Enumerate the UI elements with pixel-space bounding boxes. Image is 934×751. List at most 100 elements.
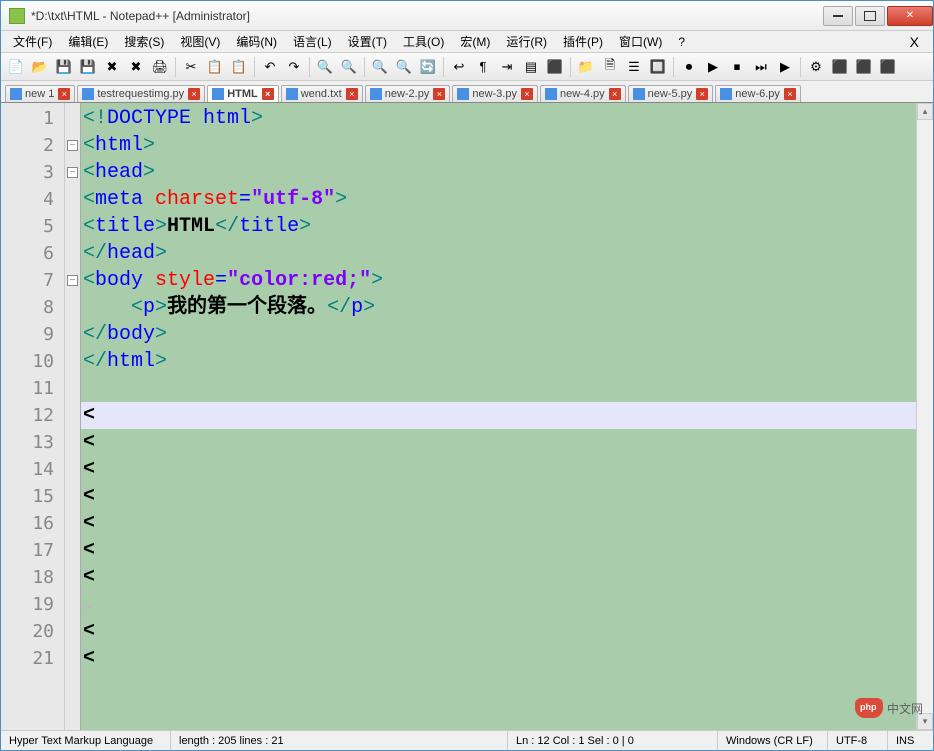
copy-button[interactable]: 📋 — [204, 56, 226, 78]
print-button[interactable]: 🖨 — [149, 56, 171, 78]
stop-button[interactable]: ⏹ — [726, 56, 748, 78]
menu-item[interactable]: 编辑(E) — [60, 31, 116, 52]
code-line[interactable]: <html> — [81, 132, 916, 159]
status-encoding[interactable]: UTF-8 — [828, 731, 888, 750]
fold-marker[interactable] — [65, 510, 80, 537]
file-tab[interactable]: wend.txt× — [281, 85, 363, 102]
file-tab[interactable]: testrequestimg.py× — [77, 85, 205, 102]
cut-button[interactable]: ✂ — [180, 56, 202, 78]
tab-close-icon[interactable]: × — [262, 88, 274, 100]
code-line[interactable]: <meta charset="utf-8"> — [81, 186, 916, 213]
line-number[interactable]: 15 — [1, 483, 64, 510]
code-line[interactable]: < — [81, 510, 916, 537]
menu-item[interactable]: 宏(M) — [452, 31, 498, 52]
fold-marker[interactable] — [65, 267, 80, 294]
menu-item[interactable]: 工具(O) — [395, 31, 452, 52]
app-button[interactable]: 🔲 — [647, 56, 669, 78]
fold-marker[interactable] — [65, 375, 80, 402]
file-tab[interactable]: new 1× — [5, 85, 75, 102]
fold-marker[interactable] — [65, 483, 80, 510]
tab-close-icon[interactable]: × — [58, 88, 70, 100]
macro3-button[interactable]: ⬛ — [853, 56, 875, 78]
menu-item[interactable]: 插件(P) — [555, 31, 611, 52]
line-number[interactable]: 1 — [1, 105, 64, 132]
fold-marker[interactable] — [65, 402, 80, 429]
code-line[interactable]: <title>HTML</title> — [81, 213, 916, 240]
sync-button[interactable]: 🔄 — [417, 56, 439, 78]
code-line[interactable]: . — [81, 591, 916, 618]
replace-button[interactable]: 🔍 — [338, 56, 360, 78]
record-button[interactable]: ⏺ — [678, 56, 700, 78]
redo-button[interactable]: ↷ — [283, 56, 305, 78]
line-number[interactable]: 7 — [1, 267, 64, 294]
code-line[interactable]: < — [81, 402, 916, 429]
minimize-button[interactable] — [823, 6, 853, 26]
close-button[interactable]: ✖ — [101, 56, 123, 78]
zoom-out-button[interactable]: 🔍 — [393, 56, 415, 78]
fold-marker[interactable] — [65, 105, 80, 132]
tab-close-icon[interactable]: × — [609, 88, 621, 100]
file-tab[interactable]: new-2.py× — [365, 85, 451, 102]
menu-item[interactable]: 窗口(W) — [611, 31, 670, 52]
tab-close-icon[interactable]: × — [696, 88, 708, 100]
fold-column[interactable] — [65, 103, 81, 730]
file-tab[interactable]: new-3.py× — [452, 85, 538, 102]
menu-item[interactable]: 运行(R) — [498, 31, 555, 52]
menu-item[interactable]: 文件(F) — [5, 31, 60, 52]
line-number[interactable]: 17 — [1, 537, 64, 564]
tab-close-icon[interactable]: × — [188, 88, 200, 100]
line-number[interactable]: 8 — [1, 294, 64, 321]
tab-close-icon[interactable]: × — [433, 88, 445, 100]
line-number[interactable]: 16 — [1, 510, 64, 537]
fold-marker[interactable] — [65, 429, 80, 456]
guide-button[interactable]: ▤ — [520, 56, 542, 78]
line-number[interactable]: 10 — [1, 348, 64, 375]
menu-item[interactable]: 编码(N) — [228, 31, 285, 52]
fold-marker[interactable] — [65, 591, 80, 618]
code-line[interactable]: < — [81, 645, 916, 672]
scroll-track[interactable] — [917, 120, 933, 713]
play-multi-button[interactable]: ⏭ — [750, 56, 772, 78]
new-button[interactable]: 📄 — [5, 56, 27, 78]
fold-marker[interactable] — [65, 618, 80, 645]
line-number[interactable]: 18 — [1, 564, 64, 591]
indent-button[interactable]: ⇥ — [496, 56, 518, 78]
fold-marker[interactable] — [65, 645, 80, 672]
line-number[interactable]: 20 — [1, 618, 64, 645]
line-number[interactable]: 13 — [1, 429, 64, 456]
line-number[interactable]: 3 — [1, 159, 64, 186]
macro2-button[interactable]: ⬛ — [829, 56, 851, 78]
fold-marker[interactable] — [65, 186, 80, 213]
code-line[interactable]: < — [81, 564, 916, 591]
status-insert-mode[interactable]: INS — [888, 731, 933, 750]
line-number[interactable]: 14 — [1, 456, 64, 483]
find-button[interactable]: 🔍 — [314, 56, 336, 78]
paste-button[interactable]: 📋 — [228, 56, 250, 78]
code-line[interactable]: </head> — [81, 240, 916, 267]
save-button[interactable]: 💾 — [53, 56, 75, 78]
code-line[interactable]: < — [81, 483, 916, 510]
undo-button[interactable]: ↶ — [259, 56, 281, 78]
title-bar[interactable]: *D:\txt\HTML - Notepad++ [Administrator] — [1, 1, 933, 31]
tab-close-icon[interactable]: × — [521, 88, 533, 100]
menubar-close[interactable]: X — [900, 34, 929, 50]
zoom-in-button[interactable]: 🔍 — [369, 56, 391, 78]
code-line[interactable]: < — [81, 537, 916, 564]
code-line[interactable]: < — [81, 429, 916, 456]
line-number[interactable]: 11 — [1, 375, 64, 402]
file-tab[interactable]: new-6.py× — [715, 85, 801, 102]
play-button[interactable]: ▶ — [702, 56, 724, 78]
code-line[interactable]: </html> — [81, 348, 916, 375]
file-tab[interactable]: new-5.py× — [628, 85, 714, 102]
fold-marker[interactable] — [65, 132, 80, 159]
line-number[interactable]: 19 — [1, 591, 64, 618]
editor-area[interactable]: 123456789101112131415161718192021 <!DOCT… — [1, 103, 933, 730]
tab-close-icon[interactable]: × — [784, 88, 796, 100]
fold-marker[interactable] — [65, 294, 80, 321]
doc-map-button[interactable]: 🗎 — [599, 56, 621, 78]
line-number[interactable]: 21 — [1, 645, 64, 672]
fold-marker[interactable] — [65, 159, 80, 186]
code-line[interactable]: <body style="color:red;"> — [81, 267, 916, 294]
code-line[interactable]: <head> — [81, 159, 916, 186]
macro4-button[interactable]: ⬛ — [877, 56, 899, 78]
